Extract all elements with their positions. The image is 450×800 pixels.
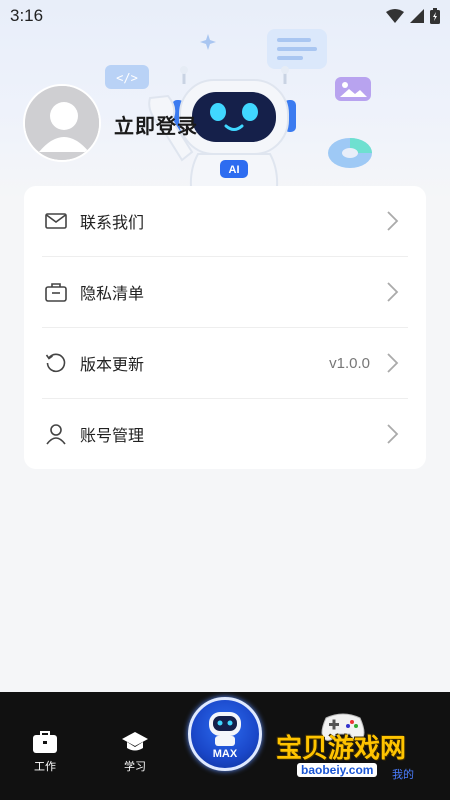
pie-chart-icon <box>328 138 372 168</box>
briefcase-icon <box>33 731 57 753</box>
menu-item-account[interactable]: 账号管理 <box>42 399 408 469</box>
wifi-icon <box>386 9 404 23</box>
login-button[interactable]: 立即登录 <box>114 110 198 139</box>
version-value: v1.0.0 <box>329 354 370 372</box>
graduation-cap-icon <box>122 732 148 751</box>
watermark-url: baobeiy.com <box>297 763 378 777</box>
battery-icon <box>430 8 440 24</box>
menu-item-label: 联系我们 <box>80 213 145 232</box>
tab-label: 工作 <box>34 760 56 773</box>
status-icons <box>386 8 440 24</box>
tab-mine[interactable]: 我的 <box>392 766 414 782</box>
status-time: 3:16 <box>10 6 44 25</box>
tab-label: 学习 <box>124 760 146 773</box>
tab-work[interactable]: 工作 <box>15 730 75 774</box>
menu-item-label: 账号管理 <box>80 426 145 445</box>
menu-item-label: 隐私清单 <box>80 284 145 303</box>
menu-item-privacy[interactable]: 隐私清单 <box>42 257 408 327</box>
refresh-icon <box>44 351 68 375</box>
tab-max[interactable]: MAX <box>188 697 262 771</box>
mail-icon <box>44 209 68 233</box>
avatar[interactable] <box>23 84 101 162</box>
robot-icon: MAX <box>209 712 241 760</box>
chevron-right-icon <box>387 282 399 302</box>
tab-label: MAX <box>213 748 238 760</box>
settings-card: 联系我们 隐私清单 版本更新 v1.0.0 账号管理 <box>24 186 426 469</box>
briefcase-icon <box>44 280 68 304</box>
menu-item-label: 版本更新 <box>80 355 145 374</box>
tab-study[interactable]: 学习 <box>105 730 165 774</box>
chevron-right-icon <box>387 211 399 231</box>
status-bar: 3:16 <box>0 0 450 32</box>
menu-item-version-update[interactable]: 版本更新 v1.0.0 <box>42 328 408 398</box>
chevron-right-icon <box>387 353 399 373</box>
watermark-text: 宝贝游戏网 <box>276 734 407 764</box>
robot-badge: AI <box>229 164 240 176</box>
code-card-icon: </> <box>105 65 149 89</box>
menu-item-contact[interactable]: 联系我们 <box>42 186 408 256</box>
sparkle-icon <box>200 34 216 50</box>
chevron-right-icon <box>387 424 399 444</box>
svg-text:</>: </> <box>116 71 138 85</box>
signal-icon <box>410 9 424 23</box>
image-card-icon <box>335 77 371 101</box>
user-icon <box>44 422 68 446</box>
